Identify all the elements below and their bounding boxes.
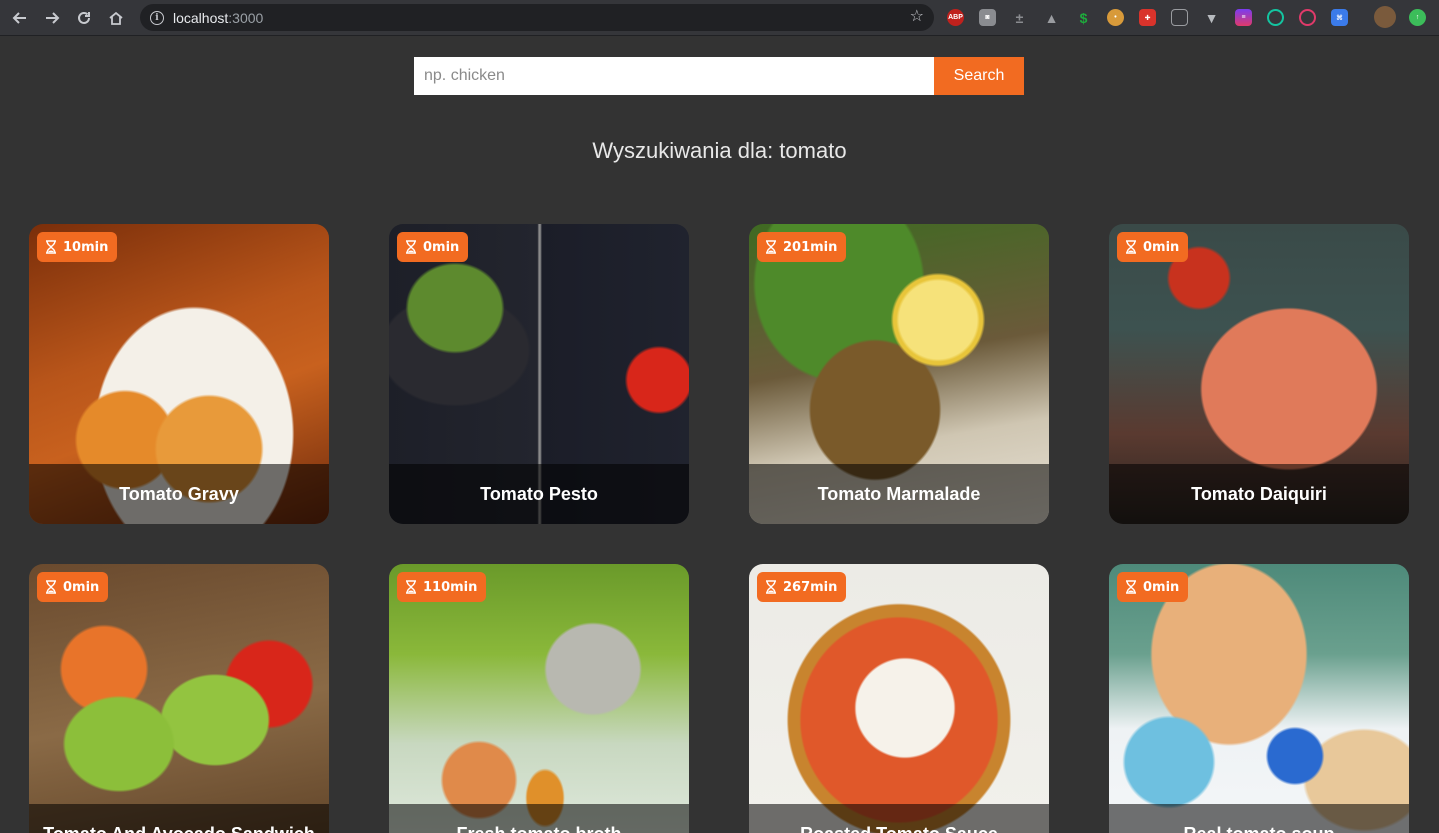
stack-icon[interactable]: ≡	[1235, 9, 1252, 26]
back-arrow-icon[interactable]	[4, 2, 36, 34]
recipe-title: Tomato Marmalade	[749, 464, 1049, 524]
recipe-title: Roasted Tomato Sauce	[749, 804, 1049, 833]
hourglass-icon	[406, 240, 416, 254]
profile-avatar[interactable]	[1374, 6, 1396, 28]
reload-icon[interactable]	[68, 2, 100, 34]
recipe-photo	[389, 564, 689, 833]
bookmark-star-icon[interactable]: ☆	[910, 8, 924, 26]
recipe-card[interactable]: 0min Tomato Pesto	[389, 224, 689, 524]
cookie-icon[interactable]: •	[1107, 9, 1124, 26]
recipe-title: Tomato And Avocado Sandwich	[29, 804, 329, 833]
command-icon[interactable]: ⌘	[1331, 9, 1348, 26]
url-port: :3000	[228, 9, 264, 26]
adblock-icon[interactable]: ABP	[947, 9, 964, 26]
image-icon[interactable]	[1171, 9, 1188, 26]
vue-icon[interactable]: ▼	[1203, 9, 1220, 26]
recipe-title: Fresh tomato broth	[389, 804, 689, 833]
recipe-photo	[749, 564, 1049, 833]
address-bar[interactable]: i localhost:3000 ☆	[140, 4, 934, 31]
cook-time: 0min	[423, 239, 460, 255]
cook-time: 10min	[63, 239, 109, 255]
cook-time: 110min	[423, 579, 478, 595]
cook-time: 201min	[783, 239, 838, 255]
hourglass-icon	[1126, 240, 1136, 254]
home-icon[interactable]	[100, 2, 132, 34]
cook-time-badge: 10min	[37, 232, 118, 262]
cook-time: 0min	[1143, 579, 1180, 595]
cook-time-badge: 267min	[757, 572, 847, 602]
hourglass-icon	[766, 580, 776, 594]
recipe-card[interactable]: 0min Tomato Daiquiri	[1109, 224, 1409, 524]
gift-icon[interactable]: ✚	[1139, 9, 1156, 26]
search-input[interactable]	[414, 57, 934, 95]
info-icon[interactable]: i	[150, 10, 164, 25]
camera-icon[interactable]: ◙	[979, 9, 996, 26]
cook-time: 0min	[1143, 239, 1180, 255]
cook-time: 267min	[783, 579, 838, 595]
recipe-card[interactable]: 0min Real tomato soup	[1109, 564, 1409, 833]
recipe-title: Tomato Gravy	[29, 464, 329, 524]
cook-time-badge: 201min	[757, 232, 847, 262]
target-icon[interactable]	[1299, 9, 1316, 26]
recipe-card[interactable]: 0min Tomato And Avocado Sandwich	[29, 564, 329, 833]
results-heading: Wyszukiwania dla: tomato	[592, 138, 847, 163]
hourglass-icon	[1126, 580, 1136, 594]
cook-time-badge: 110min	[397, 572, 487, 602]
dollar-icon[interactable]: $	[1075, 9, 1092, 26]
cook-time-badge: 0min	[1117, 572, 1189, 602]
hourglass-icon	[406, 580, 416, 594]
recipe-title: Tomato Pesto	[389, 464, 689, 524]
hourglass-icon	[766, 240, 776, 254]
hourglass-icon	[46, 580, 56, 594]
recipe-card[interactable]: 201min Tomato Marmalade	[749, 224, 1049, 524]
hourglass-icon	[46, 240, 56, 254]
update-icon[interactable]: ↑	[1409, 9, 1426, 26]
cook-time-badge: 0min	[397, 232, 469, 262]
recipe-card[interactable]: 267min Roasted Tomato Sauce	[749, 564, 1049, 833]
recipe-title: Tomato Daiquiri	[1109, 464, 1409, 524]
recipe-photo	[1109, 564, 1409, 833]
recipe-photo	[29, 564, 329, 833]
grammarly-icon[interactable]	[1267, 9, 1284, 26]
search-button[interactable]: Search	[934, 57, 1024, 95]
drive-icon[interactable]: ▲	[1043, 9, 1060, 26]
recipe-card[interactable]: 110min Fresh tomato broth	[389, 564, 689, 833]
cook-time-badge: 0min	[1117, 232, 1189, 262]
forward-arrow-icon[interactable]	[36, 2, 68, 34]
ruler-icon[interactable]: ±	[1011, 9, 1028, 26]
recipe-card[interactable]: 10min Tomato Gravy	[29, 224, 329, 524]
url-host: localhost	[173, 9, 229, 26]
recipe-title: Real tomato soup	[1109, 804, 1409, 833]
cook-time: 0min	[63, 579, 100, 595]
browser-toolbar: i localhost:3000 ☆ ABP ◙ ± ▲ $ • ✚ ▼ ≡ ⌘…	[0, 0, 1439, 36]
cook-time-badge: 0min	[37, 572, 109, 602]
